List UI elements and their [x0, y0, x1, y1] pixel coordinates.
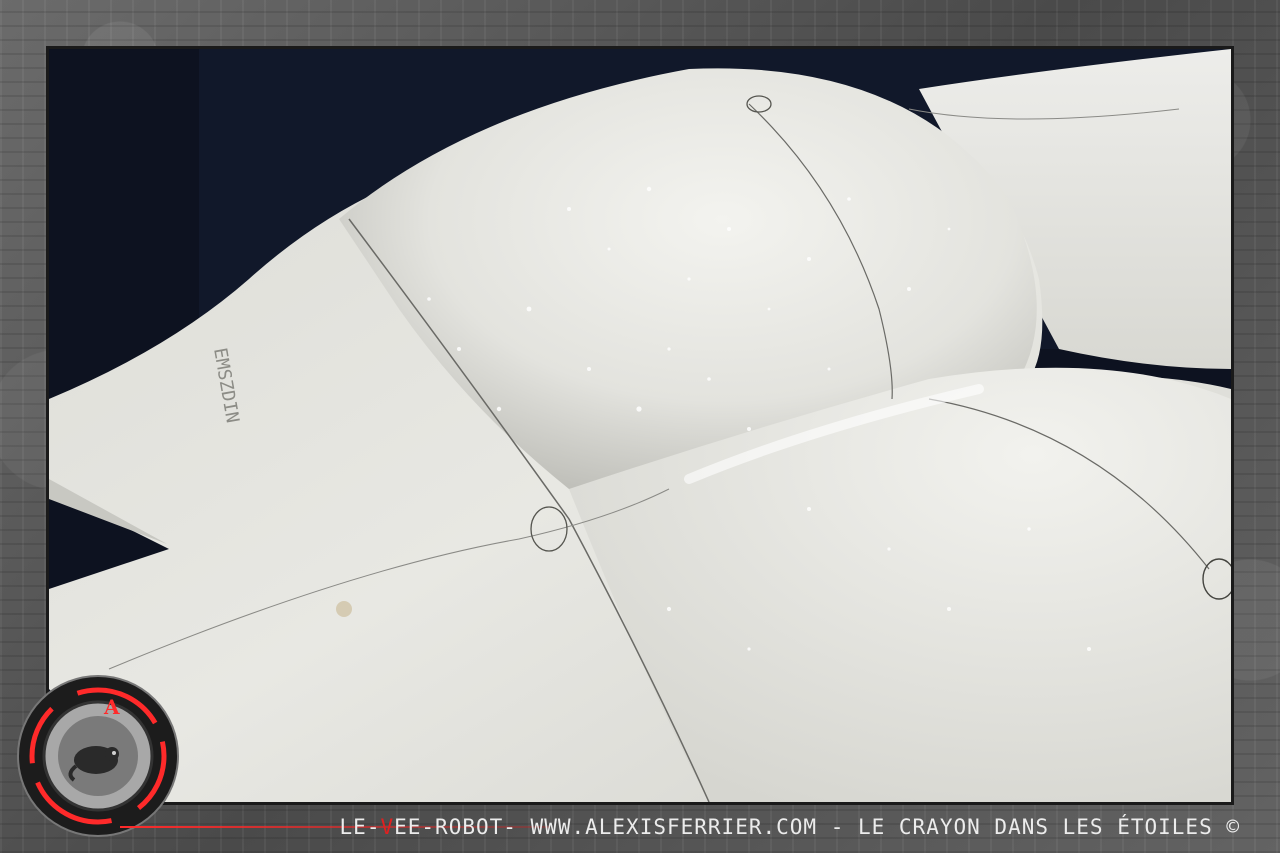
copyright-caption: LE-VEE-ROBOT- WWW.ALEXISFERRIER.COM - LE…	[340, 812, 1240, 842]
logo-badge-icon: A	[17, 675, 179, 837]
caption-part-1: LE-	[339, 815, 381, 839]
photo: EMSZDIN	[46, 46, 1234, 805]
svg-text:A: A	[103, 695, 120, 719]
caption-accent-letter: V	[380, 815, 395, 839]
foam-sculpture-image: EMSZDIN	[49, 49, 1231, 802]
caption-part-2: EE-ROBOT- WWW.ALEXISFERRIER.COM - LE CRA…	[394, 815, 1240, 839]
